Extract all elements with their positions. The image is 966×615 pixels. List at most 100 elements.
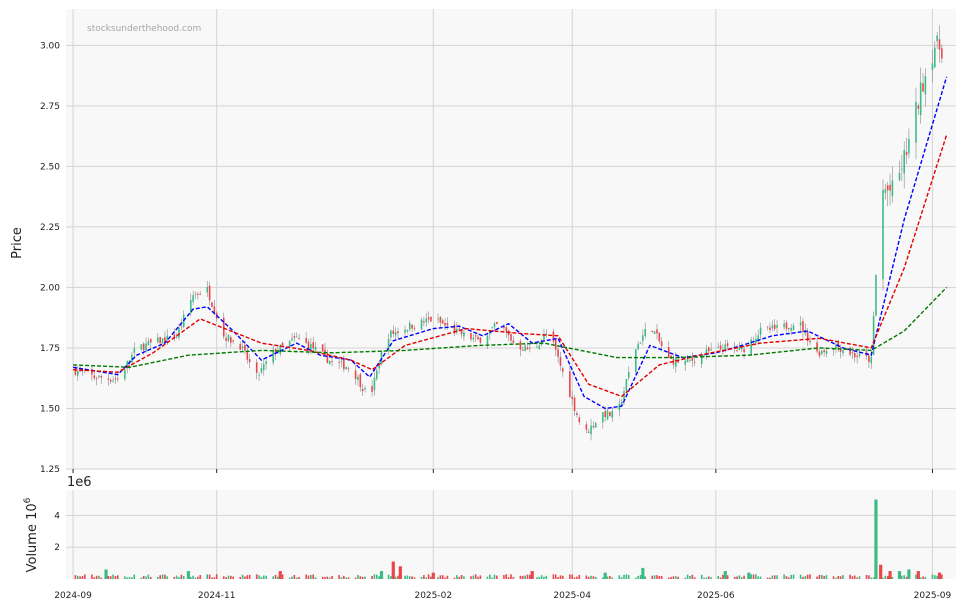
volume-bar bbox=[559, 575, 562, 579]
volume-spike bbox=[879, 564, 883, 579]
volume-bar bbox=[738, 575, 741, 579]
volume-bar bbox=[835, 577, 837, 579]
price-tick-label: 1.75 bbox=[40, 344, 60, 354]
volume-bar bbox=[922, 576, 924, 579]
volume-bar bbox=[752, 574, 755, 579]
candle-body bbox=[404, 329, 406, 333]
candle-body bbox=[124, 369, 126, 379]
volume-bar bbox=[804, 575, 807, 579]
volume-bar bbox=[295, 577, 298, 579]
volume-bar bbox=[312, 574, 315, 579]
candle-body bbox=[884, 189, 887, 193]
candle-body bbox=[519, 341, 522, 350]
candle-body bbox=[660, 341, 663, 347]
candle-body bbox=[578, 417, 581, 423]
volume-bar bbox=[107, 575, 110, 579]
volume-bar bbox=[856, 577, 858, 579]
stock-chart: 1.25 1.50 1.75 2.00 2.25 2.50 2.75 3.00 2024-09 2… bbox=[0, 0, 966, 611]
volume-bar bbox=[189, 577, 192, 579]
candle-body bbox=[430, 316, 432, 322]
candle-body bbox=[919, 82, 922, 116]
candle-body bbox=[225, 337, 227, 341]
candle-body bbox=[710, 349, 712, 351]
candle-body bbox=[331, 360, 333, 362]
date-tick-label: 2025-04 bbox=[553, 591, 591, 601]
volume-bar bbox=[91, 574, 93, 579]
volume-bar bbox=[578, 574, 581, 579]
candle-body bbox=[606, 410, 609, 420]
candle-body bbox=[512, 340, 515, 343]
candle-body bbox=[394, 331, 397, 336]
candle-body bbox=[941, 48, 943, 59]
candle-body bbox=[557, 349, 559, 357]
volume-spike bbox=[379, 571, 384, 579]
volume-bar bbox=[707, 576, 710, 579]
volume-bar bbox=[820, 574, 823, 579]
volume-bar bbox=[404, 575, 406, 579]
candle-body bbox=[642, 335, 644, 341]
candle-body bbox=[634, 349, 637, 372]
volume-bar bbox=[571, 574, 574, 579]
volume-bar bbox=[345, 577, 347, 579]
volume-bar bbox=[519, 575, 522, 579]
volume-bar bbox=[444, 577, 446, 579]
volume-bar bbox=[637, 575, 639, 579]
candle-body bbox=[307, 341, 310, 349]
volume-spike bbox=[278, 571, 282, 579]
volume-bar bbox=[590, 575, 592, 579]
volume-bar bbox=[703, 577, 705, 579]
volume-bar bbox=[941, 574, 943, 579]
candle-body bbox=[427, 317, 430, 320]
volume-bar bbox=[182, 575, 185, 579]
volume-spike bbox=[874, 499, 878, 579]
candle-body bbox=[653, 331, 656, 334]
candle-body bbox=[726, 343, 729, 347]
volume-bar bbox=[133, 574, 136, 579]
volume-bar bbox=[262, 575, 265, 579]
volume-bar bbox=[693, 577, 696, 579]
volume-bar bbox=[128, 576, 131, 579]
volume-bar bbox=[420, 577, 423, 579]
volume-bar bbox=[557, 577, 559, 579]
candle-body bbox=[420, 319, 423, 330]
volume-offset-label: 1e6 bbox=[67, 475, 92, 490]
candle-body bbox=[321, 344, 324, 352]
volume-bar bbox=[281, 574, 284, 579]
candle-body bbox=[905, 151, 908, 156]
candle-body bbox=[820, 350, 823, 354]
volume-bar bbox=[705, 577, 708, 579]
candle-body bbox=[281, 342, 284, 346]
volume-bar bbox=[140, 577, 143, 579]
candle-body bbox=[222, 317, 225, 337]
volume-bar bbox=[161, 574, 164, 579]
candle-body bbox=[915, 101, 917, 143]
candle-body bbox=[552, 331, 555, 342]
volume-bar bbox=[651, 575, 654, 579]
volume-bar bbox=[456, 575, 458, 579]
volume-bar bbox=[258, 575, 260, 579]
volume-bar bbox=[717, 575, 719, 579]
chart-canvas: 1.25 1.50 1.75 2.00 2.25 2.50 2.75 3.00 2024-09 2… bbox=[10, 9, 956, 601]
volume-bar bbox=[394, 576, 397, 579]
candle-body bbox=[244, 344, 246, 351]
volume-bar bbox=[378, 576, 380, 579]
volume-bar bbox=[472, 575, 475, 579]
volume-bar bbox=[491, 577, 493, 579]
volume-bar bbox=[799, 574, 802, 579]
candle-body bbox=[441, 320, 444, 324]
candle-body bbox=[423, 321, 425, 323]
volume-bar bbox=[430, 576, 432, 579]
volume-bar bbox=[722, 574, 724, 579]
candle-body bbox=[785, 322, 788, 329]
candle-body bbox=[378, 365, 380, 369]
volume-bar bbox=[324, 577, 326, 579]
volume-bar bbox=[919, 577, 922, 579]
candle-body bbox=[206, 287, 209, 293]
volume-bar bbox=[884, 575, 887, 579]
candle-body bbox=[390, 330, 392, 338]
volume-bar bbox=[244, 576, 246, 579]
candle-body bbox=[842, 350, 844, 354]
volume-bar bbox=[100, 577, 103, 579]
candle-body bbox=[538, 345, 541, 349]
candle-body bbox=[637, 343, 639, 350]
